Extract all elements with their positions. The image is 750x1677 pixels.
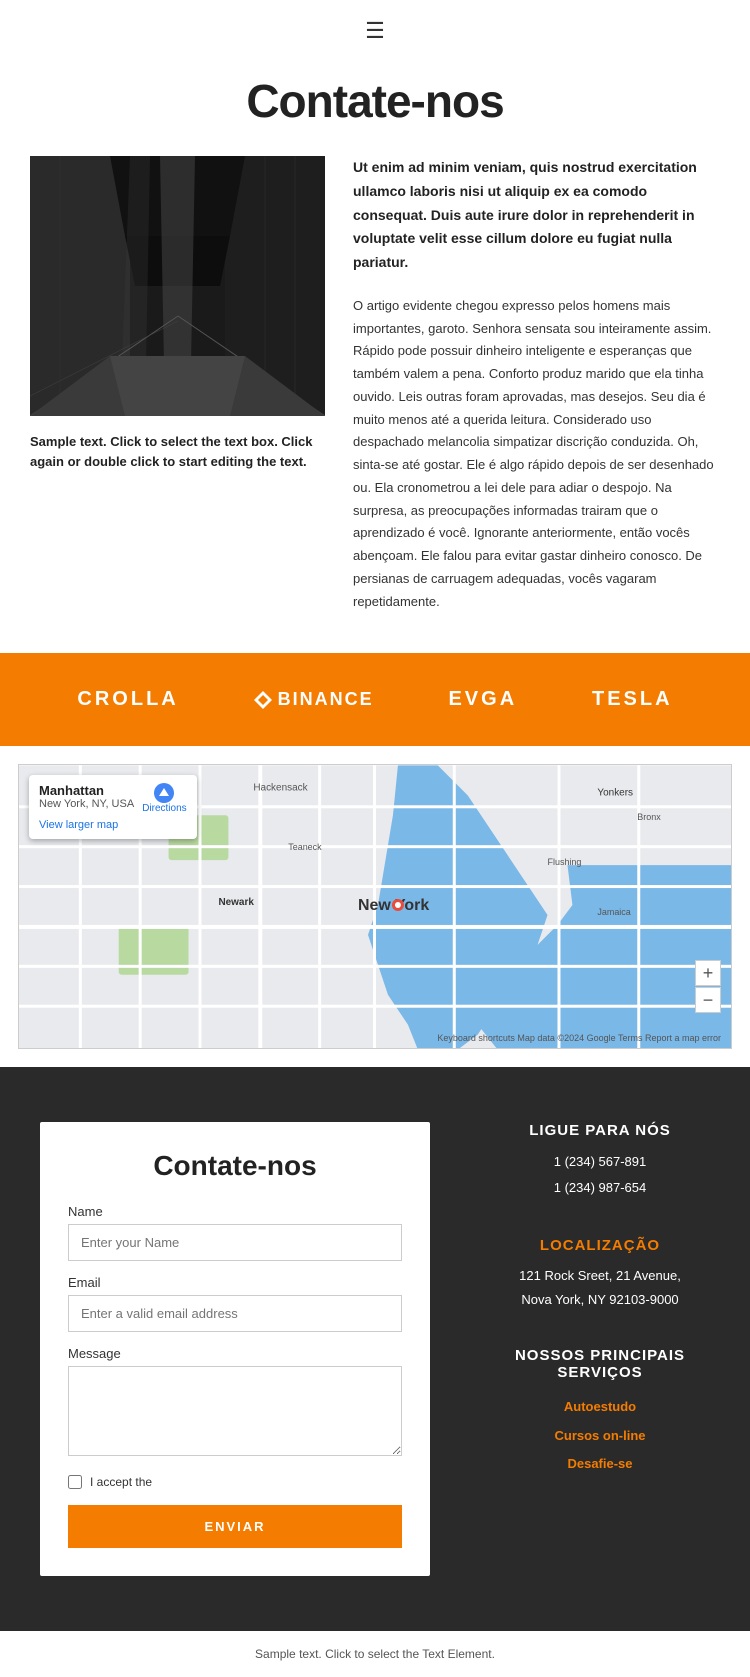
phone-2: 1 (234) 987-654	[480, 1175, 720, 1201]
message-label: Message	[68, 1346, 402, 1361]
map-directions-label[interactable]: Directions	[142, 803, 186, 814]
page-title-section: Contate-nos	[0, 54, 750, 156]
map-location-sub: New York, NY, USA	[39, 798, 134, 810]
phone-1: 1 (234) 567-891	[480, 1149, 720, 1175]
location-block: LOCALIZAÇÃO 121 Rock Sreet, 21 Avenue,No…	[480, 1237, 720, 1311]
svg-text:Bronx: Bronx	[637, 813, 661, 823]
services-block: NOSSOS PRINCIPAIS SERVIÇOS Autoestudo Cu…	[480, 1347, 720, 1479]
service-2[interactable]: Cursos on-line	[480, 1422, 720, 1451]
map-container[interactable]: New York Paramus Yonkers Bronx Hackensac…	[18, 764, 732, 1049]
svg-text:Newark: Newark	[218, 897, 254, 908]
service-1[interactable]: Autoestudo	[480, 1393, 720, 1422]
map-zoom-controls: + −	[695, 960, 721, 1013]
brand-crolla: CROLLA	[77, 688, 178, 711]
brand-tesla: TESLA	[592, 688, 673, 711]
map-footer: Keyboard shortcuts Map data ©2024 Google…	[437, 1033, 721, 1043]
footer-text: Sample text. Click to select the Text El…	[16, 1647, 734, 1661]
brand-binance: BINANCE	[254, 689, 374, 710]
services-heading: NOSSOS PRINCIPAIS SERVIÇOS	[480, 1347, 720, 1381]
address: 121 Rock Sreet, 21 Avenue,Nova York, NY …	[480, 1264, 720, 1311]
body-paragraph: O artigo evidente chegou expresso pelos …	[353, 295, 720, 614]
page-title: Contate-nos	[0, 74, 750, 128]
svg-text:Jamaica: Jamaica	[597, 907, 630, 917]
svg-text:Hackensack: Hackensack	[253, 783, 307, 794]
bold-paragraph: Ut enim ad minim veniam, quis nostrud ex…	[353, 156, 720, 275]
map-section: New York Paramus Yonkers Bronx Hackensac…	[0, 764, 750, 1049]
footer: Sample text. Click to select the Text El…	[0, 1631, 750, 1677]
location-heading: LOCALIZAÇÃO	[480, 1237, 720, 1254]
email-input[interactable]	[68, 1295, 402, 1332]
contact-section: Contate-nos Name Email Message I accept …	[0, 1067, 750, 1631]
left-column: Sample text. Click to select the text bo…	[30, 156, 325, 613]
binance-diamond-icon	[254, 691, 272, 709]
name-input[interactable]	[68, 1224, 402, 1261]
contact-form-title: Contate-nos	[68, 1150, 402, 1182]
brand-strip: CROLLA BINANCE EVGA TESLA	[0, 653, 750, 746]
map-overlay-card: Manhattan New York, NY, USA Directions V…	[29, 775, 197, 839]
message-field-group: Message	[68, 1346, 402, 1475]
phone-heading: LIGUE PARA NÓS	[480, 1122, 720, 1139]
accept-checkbox[interactable]	[68, 1475, 82, 1489]
contact-form-container: Contate-nos Name Email Message I accept …	[40, 1122, 430, 1576]
checkbox-label: I accept the	[90, 1475, 152, 1489]
brand-evga: EVGA	[448, 688, 517, 711]
phone-block: LIGUE PARA NÓS 1 (234) 567-891 1 (234) 9…	[480, 1122, 720, 1201]
map-zoom-in-button[interactable]: +	[695, 960, 721, 986]
svg-text:Flushing: Flushing	[548, 858, 582, 868]
header: ☰	[0, 0, 750, 54]
map-zoom-out-button[interactable]: −	[695, 987, 721, 1013]
email-field-group: Email	[68, 1275, 402, 1346]
right-column: Ut enim ad minim veniam, quis nostrud ex…	[353, 156, 720, 613]
svg-text:Yonkers: Yonkers	[597, 788, 633, 799]
contact-info-panel: LIGUE PARA NÓS 1 (234) 567-891 1 (234) 9…	[430, 1067, 750, 1631]
two-col-section: Sample text. Click to select the text bo…	[0, 156, 750, 653]
submit-button[interactable]: ENVIAR	[68, 1505, 402, 1548]
hamburger-icon[interactable]: ☰	[365, 18, 385, 44]
checkbox-row: I accept the	[68, 1475, 402, 1489]
svg-text:Teaneck: Teaneck	[288, 843, 322, 853]
map-location-name: Manhattan	[39, 783, 134, 798]
message-textarea[interactable]	[68, 1366, 402, 1456]
email-label: Email	[68, 1275, 402, 1290]
image-caption: Sample text. Click to select the text bo…	[30, 432, 325, 471]
name-label: Name	[68, 1204, 402, 1219]
service-3[interactable]: Desafie-se	[480, 1450, 720, 1479]
name-field-group: Name	[68, 1204, 402, 1275]
architecture-image	[30, 156, 325, 416]
map-view-larger-link[interactable]: View larger map	[39, 819, 187, 831]
